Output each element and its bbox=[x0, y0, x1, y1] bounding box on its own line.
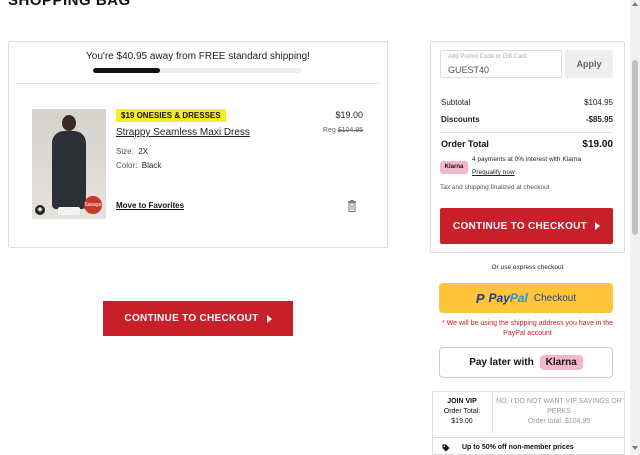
join-vip-option[interactable]: JOIN VIP Order Total: $19.00 bbox=[433, 397, 491, 427]
scroll-up-icon[interactable] bbox=[632, 2, 638, 6]
order-total-label: Order Total bbox=[441, 139, 489, 149]
decline-vip-total: Order total: $104.95 bbox=[527, 418, 591, 425]
join-vip-total-label: Order Total: bbox=[443, 408, 481, 415]
subtotal-value: $104.95 bbox=[584, 98, 613, 107]
image-logo-icon: ◉ bbox=[35, 205, 45, 215]
klarna-pay-later-text: Pay later with bbox=[469, 357, 534, 368]
color-value: Black bbox=[141, 161, 162, 170]
page-title: SHOPPING BAG bbox=[8, 0, 131, 9]
reg-price: $104.95 bbox=[337, 127, 363, 134]
klarna-badge: Klarna bbox=[440, 161, 468, 174]
subtotal-label: Subtotal bbox=[441, 98, 471, 107]
join-vip-title: JOIN VIP bbox=[447, 398, 477, 405]
vip-divider bbox=[492, 391, 493, 433]
arrow-right-icon bbox=[595, 222, 601, 230]
image-brand-badge: Savage bbox=[84, 196, 102, 214]
reg-label: Reg bbox=[322, 127, 336, 134]
item-color: Color: Black bbox=[116, 161, 161, 170]
paypal-checkout-text: Checkout bbox=[533, 292, 577, 304]
summary-divider bbox=[440, 132, 613, 133]
product-image[interactable]: ◉ Savage bbox=[32, 109, 106, 219]
promo-tag: $19 ONESIES & DRESSES bbox=[116, 109, 226, 122]
model-head bbox=[62, 115, 76, 131]
paypal-wordmark: PayPal bbox=[489, 291, 528, 305]
color-label: Color: bbox=[116, 161, 138, 170]
item-regular-price: Reg $104.95 bbox=[323, 127, 363, 134]
klarna-pay-later-button[interactable]: Pay later with Klarna bbox=[439, 347, 613, 378]
free-shipping-message: You're $40.95 away from FREE standard sh… bbox=[86, 51, 310, 62]
arrow-right-icon bbox=[266, 314, 272, 323]
join-vip-total-value: $19.00 bbox=[451, 418, 473, 425]
paypal-address-note: * We will be using the shipping address … bbox=[441, 320, 614, 337]
size-label: Size: bbox=[116, 147, 134, 156]
promo-code-input[interactable]: Add Promo Code or Gift Card GUEST40 bbox=[440, 50, 562, 78]
checkout-button-label: CONTINUE TO CHECKOUT bbox=[124, 313, 259, 324]
klarna-logo: Klarna bbox=[539, 355, 583, 370]
item-size: Size: 2X bbox=[116, 147, 148, 156]
size-value: 2X bbox=[138, 147, 149, 156]
discounts-label: Discounts bbox=[441, 115, 480, 124]
item-name-link[interactable]: Strappy Seamless Maxi Dress bbox=[116, 127, 250, 138]
model-shoes bbox=[58, 207, 80, 215]
vip-perk-text: Up to 50% off non-member prices bbox=[462, 444, 574, 451]
paypal-pal: Pal bbox=[509, 291, 528, 305]
paypal-logo-icon: P bbox=[475, 290, 485, 306]
model-dress bbox=[52, 131, 86, 209]
scroll-down-icon[interactable] bbox=[632, 446, 638, 450]
paypal-checkout-button[interactable]: P PayPal Checkout bbox=[439, 283, 613, 313]
scrollbar-thumb[interactable] bbox=[632, 60, 638, 235]
free-shipping-progress-fill bbox=[93, 68, 160, 73]
tax-shipping-note: Tax and shipping finalized at checkout bbox=[440, 184, 550, 191]
summary-checkout-label: CONTINUE TO CHECKOUT bbox=[452, 220, 588, 232]
express-checkout-label: Or use express checkout bbox=[491, 264, 564, 271]
klarna-installments-text: 4 payments at 0% interest with Klarna bbox=[472, 156, 582, 163]
order-total-value: $19.00 bbox=[582, 139, 613, 150]
trash-icon[interactable] bbox=[347, 200, 357, 212]
cart-divider bbox=[16, 83, 380, 84]
apply-promo-button[interactable]: Apply bbox=[565, 50, 613, 78]
free-shipping-progress bbox=[93, 68, 301, 73]
klarna-prequalify-link[interactable]: Prequalify now bbox=[472, 169, 515, 176]
summary-continue-to-checkout-button[interactable]: CONTINUE TO CHECKOUT bbox=[440, 208, 613, 244]
price-tag-icon bbox=[442, 444, 450, 452]
move-to-favorites-link[interactable]: Move to Favorites bbox=[116, 201, 184, 210]
promo-value: GUEST40 bbox=[448, 65, 490, 75]
decline-vip-text: NO, I DO NOT WANT VIP SAVINGS OR PERKS bbox=[496, 398, 622, 415]
promo-placeholder: Add Promo Code or Gift Card bbox=[448, 54, 527, 60]
paypal-pay: Pay bbox=[488, 291, 510, 305]
continue-to-checkout-button[interactable]: CONTINUE TO CHECKOUT bbox=[103, 301, 293, 336]
decline-vip-option[interactable]: NO, I DO NOT WANT VIP SAVINGS OR PERKS O… bbox=[495, 397, 623, 427]
discounts-value: -$85.95 bbox=[585, 115, 613, 124]
item-price: $19.00 bbox=[335, 110, 363, 120]
